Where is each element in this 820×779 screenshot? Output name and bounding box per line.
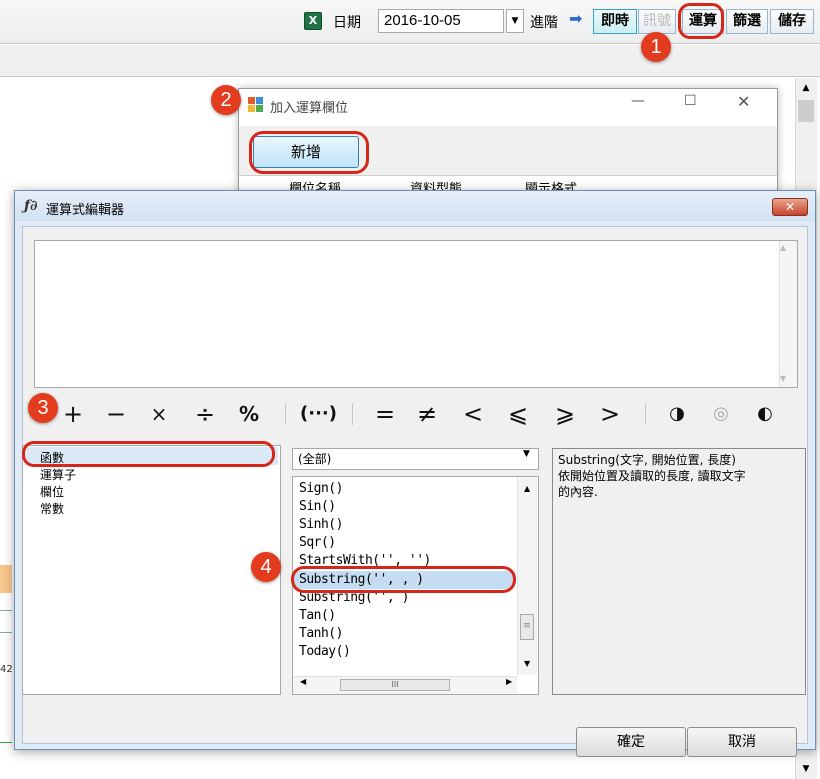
function-item[interactable]: Today() <box>299 644 351 659</box>
function-item[interactable]: Sign() <box>299 481 343 496</box>
operator-separator <box>285 403 286 425</box>
category-fields[interactable]: 欄位 <box>40 483 64 500</box>
background-chart-label: 42 <box>0 664 13 675</box>
operator-plus[interactable]: + <box>60 397 86 431</box>
dialog-title: 運算式編輯器 <box>46 203 125 218</box>
operator-not-equal[interactable]: ≠ <box>414 397 440 431</box>
function-item[interactable]: Tanh() <box>299 626 343 641</box>
operator-percent[interactable]: % <box>234 397 264 431</box>
operator-parentheses[interactable]: (···) <box>300 397 337 431</box>
highlight-ring <box>22 441 275 467</box>
dialog-title: 加入運算欄位 <box>270 101 349 116</box>
background-chart-gridline <box>0 632 12 633</box>
step-badge: 3 <box>28 393 58 423</box>
save-button[interactable]: 儲存 <box>770 9 814 34</box>
realtime-button[interactable]: 即時 <box>593 9 637 34</box>
step-badge: 4 <box>251 552 281 582</box>
function-item[interactable]: Tan() <box>299 608 336 623</box>
function-list-scrollbar[interactable] <box>517 477 537 675</box>
operator-separator <box>645 403 646 425</box>
filter-button[interactable]: 篩選 <box>726 9 768 34</box>
logic-or-icon[interactable]: ◎ <box>708 397 734 431</box>
scroll-thumb[interactable]: ≡ <box>520 614 534 640</box>
scroll-left-icon[interactable]: ◀ <box>300 677 306 686</box>
advanced-link[interactable]: 進階 <box>530 12 558 32</box>
secondary-toolbar <box>0 45 820 77</box>
operator-minus[interactable]: − <box>103 397 129 431</box>
scroll-up-icon[interactable]: ▲ <box>796 78 816 98</box>
function-icon: ƒ∂ <box>24 198 38 214</box>
operator-times[interactable]: × <box>146 397 172 431</box>
background-chart-gridline <box>0 610 12 611</box>
close-icon[interactable]: ✕ <box>737 92 750 111</box>
scroll-thumb[interactable]: III <box>340 679 450 691</box>
expression-scrollbar[interactable] <box>779 241 797 387</box>
maximize-icon[interactable]: ☐ <box>684 93 697 109</box>
highlight-ring <box>249 131 369 174</box>
function-item[interactable]: Sqr() <box>299 535 336 550</box>
operator-less-equal[interactable]: ⩽ <box>505 397 531 431</box>
logic-not-icon[interactable]: ◐ <box>752 397 778 431</box>
dialog-titlebar <box>15 191 815 221</box>
cancel-button[interactable]: 取消 <box>687 727 797 757</box>
logic-and-icon[interactable]: ◑ <box>664 397 690 431</box>
highlight-ring <box>291 566 516 593</box>
highlight-ring <box>678 3 724 39</box>
function-item[interactable]: Sin() <box>299 499 336 514</box>
step-badge: 1 <box>641 32 671 62</box>
description-line: 的內容. <box>558 485 598 499</box>
window-app-icon <box>248 97 264 113</box>
operator-divide[interactable]: ÷ <box>192 397 218 431</box>
operator-equal[interactable]: = <box>372 397 398 431</box>
date-label: 日期 <box>333 15 361 31</box>
scroll-up-icon[interactable]: ▲ <box>780 243 786 252</box>
background-chart-tick <box>0 742 12 743</box>
arrow-right-icon[interactable]: ➡ <box>569 9 582 28</box>
step-badge: 2 <box>211 85 241 115</box>
expression-input[interactable] <box>34 240 798 388</box>
chevron-down-icon[interactable]: ▼ <box>523 449 530 459</box>
scroll-right-icon[interactable]: ▶ <box>506 677 512 686</box>
description-line: Substring(文字, 開始位置, 長度) <box>558 453 736 467</box>
operator-less[interactable]: < <box>460 397 486 431</box>
description-line: 依開始位置及讀取的長度, 讀取文字 <box>558 469 746 483</box>
scroll-down-icon[interactable]: ▼ <box>780 374 786 383</box>
scroll-up-icon[interactable]: ▲ <box>524 484 530 493</box>
operator-separator <box>352 403 353 425</box>
date-field[interactable]: 2016-10-05 <box>378 9 504 33</box>
function-filter-select[interactable]: (全部) <box>292 448 539 470</box>
operator-greater[interactable]: > <box>597 397 623 431</box>
close-icon[interactable]: ✕ <box>772 198 808 216</box>
chevron-down-icon[interactable]: ▼ <box>506 9 524 33</box>
scroll-down-icon[interactable]: ▼ <box>524 659 530 668</box>
operator-greater-equal[interactable]: ⩾ <box>552 397 578 431</box>
ok-button[interactable]: 確定 <box>576 727 686 757</box>
category-constants[interactable]: 常數 <box>40 500 64 517</box>
excel-icon[interactable]: X <box>304 12 322 30</box>
scroll-thumb[interactable] <box>798 100 814 122</box>
background-chart-fragment <box>0 565 12 593</box>
function-item[interactable]: Sinh() <box>299 517 343 532</box>
minimize-icon[interactable]: — <box>631 93 645 109</box>
category-operators[interactable]: 運算子 <box>40 466 76 483</box>
signal-button[interactable]: 訊號 <box>638 9 676 34</box>
scroll-down-icon[interactable]: ▼ <box>796 759 816 779</box>
